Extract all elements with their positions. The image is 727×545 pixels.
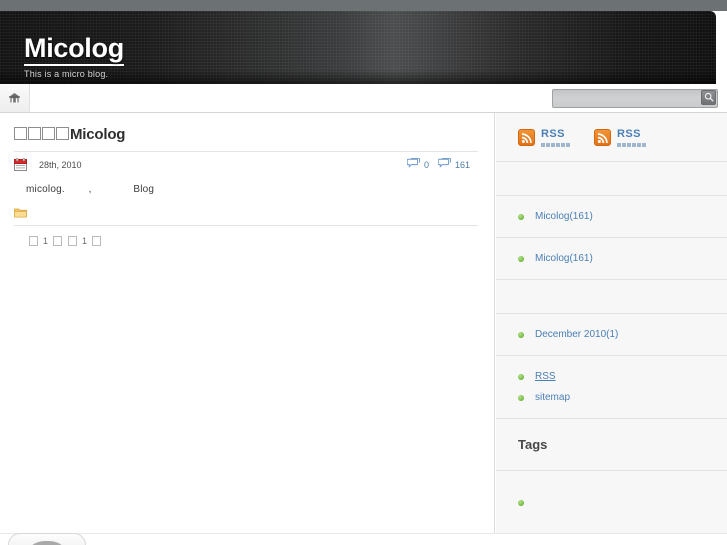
rss-label: RSS (617, 128, 641, 140)
pagination: 1 1 (14, 225, 478, 246)
footer-strip (0, 533, 727, 545)
pager-total-pages: 1 (82, 236, 88, 246)
post-excerpt-part3: Blog (133, 184, 155, 195)
archive-list: December 2010(1) (510, 324, 713, 345)
bullet-icon (518, 332, 524, 338)
site-banner: Micolog This is a micro blog. (0, 11, 716, 84)
rss-sublabel-glyphs (617, 143, 646, 147)
sidebar: RSS RSS Micolog(161) Micolog(161) Decemb… (496, 113, 727, 545)
rss-sublabel-glyphs (541, 143, 570, 147)
recent-post-link[interactable]: Micolog(161) (535, 251, 593, 266)
page-viewport: Micolog This is a micro blog. Micolog 28… (0, 0, 727, 545)
sidebar-tags-block: Tags (496, 419, 727, 471)
missing-glyph-box (14, 127, 27, 140)
calendar-icon (14, 158, 27, 171)
post-excerpt: micolog. , Blog (14, 182, 478, 198)
list-item[interactable]: December 2010(1) (510, 324, 713, 345)
bullet-icon (518, 214, 524, 220)
comment-count-value: 0 (423, 159, 429, 170)
missing-glyph-box (56, 127, 69, 140)
list-item[interactable] (510, 481, 713, 509)
list-item[interactable]: Micolog(161) (510, 248, 713, 269)
bullet-icon (518, 374, 524, 380)
post-date: 28th, 2010 (39, 159, 82, 170)
comment-count[interactable]: 0 (406, 157, 429, 171)
comment-bubble-icon (437, 157, 452, 171)
rss-feed-link-2[interactable]: RSS (594, 129, 646, 147)
footer-badge[interactable] (8, 533, 86, 545)
sidebar-recent-block: Micolog(161) (496, 238, 727, 280)
post-meta: 28th, 2010 0 161 (14, 151, 478, 173)
sidebar-spacer-block (496, 162, 727, 196)
missing-glyph-box (28, 127, 41, 140)
rss-feed-link-1[interactable]: RSS (518, 129, 570, 147)
search-icon (704, 89, 714, 107)
sidebar-archives-block: December 2010(1) (496, 314, 727, 356)
view-count-value: 161 (454, 159, 470, 170)
missing-glyph-box (68, 236, 78, 246)
sidebar-categories-block: Micolog(161) (496, 196, 727, 238)
rss-label: RSS (541, 128, 565, 140)
bullet-icon (518, 500, 524, 506)
folder-icon (14, 205, 27, 223)
list-item[interactable]: sitemap (510, 387, 713, 408)
archive-link[interactable]: December 2010(1) (535, 327, 618, 342)
meta-sitemap-link[interactable]: sitemap (535, 390, 570, 405)
comment-bubble-icon (406, 157, 421, 171)
post-excerpt-part2: , (88, 184, 92, 195)
rss-icon (594, 129, 611, 146)
sidebar-tags-list-block (496, 471, 727, 519)
missing-glyph-box (53, 236, 63, 246)
missing-glyph-box (42, 127, 55, 140)
list-item[interactable]: Micolog(161) (510, 206, 713, 227)
post-excerpt-part1: micolog. (26, 184, 65, 195)
search-input[interactable] (552, 89, 718, 108)
pager-current-page: 1 (43, 236, 49, 246)
missing-glyph-box (92, 236, 102, 246)
post-title[interactable]: Micolog (14, 125, 478, 145)
recent-list: Micolog(161) (510, 248, 713, 269)
nav-home-button[interactable] (0, 84, 30, 112)
bullet-icon (518, 256, 524, 262)
category-link[interactable]: Micolog(161) (535, 209, 593, 224)
sidebar-meta-block: RSS sitemap (496, 356, 727, 419)
category-list: Micolog(161) (510, 206, 713, 227)
navigation-bar (0, 84, 727, 113)
home-icon (8, 92, 21, 104)
search-button[interactable] (701, 90, 716, 105)
post-category[interactable] (14, 205, 478, 223)
list-item[interactable]: RSS (510, 366, 713, 387)
meta-list: RSS sitemap (510, 366, 713, 408)
search-container (552, 88, 718, 108)
site-tagline: This is a micro blog. (24, 69, 109, 79)
main-content: Micolog 28th, 2010 0 161 micolog. , Blog… (0, 113, 495, 545)
browser-top-strip (0, 0, 727, 11)
bullet-icon (518, 395, 524, 401)
site-title: Micolog (24, 33, 124, 66)
site-brand[interactable]: Micolog This is a micro blog. (24, 33, 124, 79)
sidebar-spacer-block-2 (496, 280, 727, 314)
post-counters: 0 161 (406, 157, 470, 171)
tags-heading: Tags (518, 437, 548, 452)
view-count[interactable]: 161 (437, 157, 470, 171)
rss-icon (518, 129, 535, 146)
sidebar-rss-block: RSS RSS (496, 113, 727, 162)
post-title-text: Micolog (70, 126, 126, 143)
missing-glyph-box (29, 236, 38, 246)
tag-list (510, 481, 713, 509)
meta-rss-link[interactable]: RSS (535, 369, 556, 384)
